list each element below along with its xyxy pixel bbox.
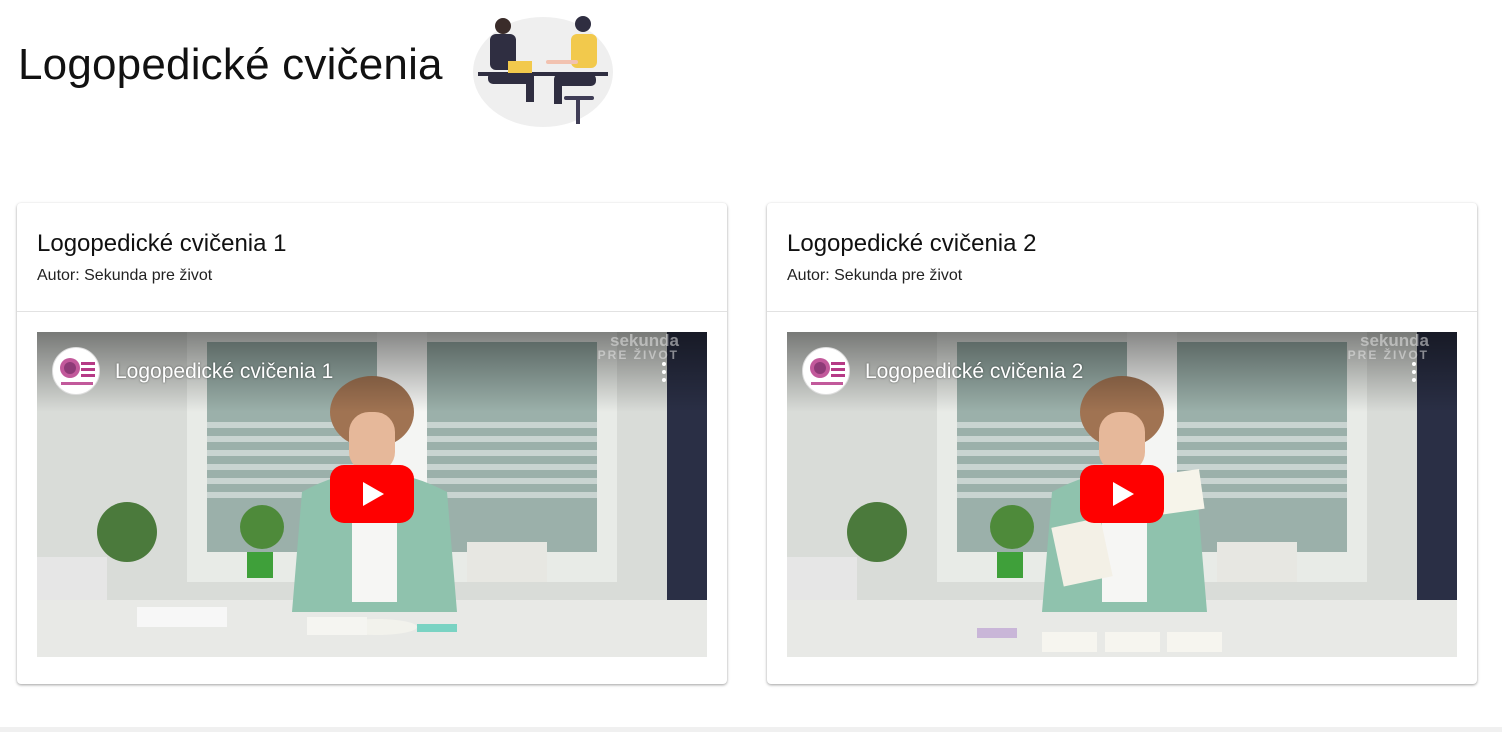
watermark-line-1: sekunda xyxy=(610,332,679,350)
channel-logo-icon xyxy=(810,358,845,385)
watermark-line-2: PRE ŽIVOT xyxy=(597,348,679,362)
meeting-illustration xyxy=(473,16,613,127)
watermark-line-1: sekunda xyxy=(1360,332,1429,350)
page-title: Logopedické cvičenia xyxy=(18,40,443,89)
channel-watermark: sekunda PRE ŽIVOT xyxy=(597,332,679,362)
card-author: Autor: Sekunda pre život xyxy=(37,267,213,284)
play-icon[interactable] xyxy=(1080,465,1164,523)
card-author: Autor: Sekunda pre život xyxy=(787,267,963,284)
video-card-1: Logopedické cvičenia 1 Autor: Sekunda pr… xyxy=(17,203,727,684)
card-header: Logopedické cvičenia 2 Autor: Sekunda pr… xyxy=(767,203,1477,312)
card-title: Logopedické cvičenia 1 xyxy=(37,230,287,257)
youtube-video-player-1[interactable]: Logopedické cvičenia 1 sekunda PRE ŽIVOT xyxy=(37,332,707,657)
more-vert-icon[interactable] xyxy=(1411,362,1417,384)
play-icon[interactable] xyxy=(330,465,414,523)
watermark-line-2: PRE ŽIVOT xyxy=(1347,348,1429,362)
card-title: Logopedické cvičenia 2 xyxy=(787,230,1037,257)
video-title[interactable]: Logopedické cvičenia 1 xyxy=(115,360,333,384)
youtube-video-player-2[interactable]: Logopedické cvičenia 2 sekunda PRE ŽIVOT xyxy=(787,332,1457,657)
card-header: Logopedické cvičenia 1 Autor: Sekunda pr… xyxy=(17,203,727,312)
video-card-2: Logopedické cvičenia 2 Autor: Sekunda pr… xyxy=(767,203,1477,684)
channel-avatar[interactable] xyxy=(802,347,850,395)
video-title[interactable]: Logopedické cvičenia 2 xyxy=(865,360,1083,384)
more-vert-icon[interactable] xyxy=(661,362,667,384)
page-bottom-divider xyxy=(0,727,1502,732)
channel-avatar[interactable] xyxy=(52,347,100,395)
channel-watermark: sekunda PRE ŽIVOT xyxy=(1347,332,1429,362)
channel-logo-icon xyxy=(60,358,95,385)
